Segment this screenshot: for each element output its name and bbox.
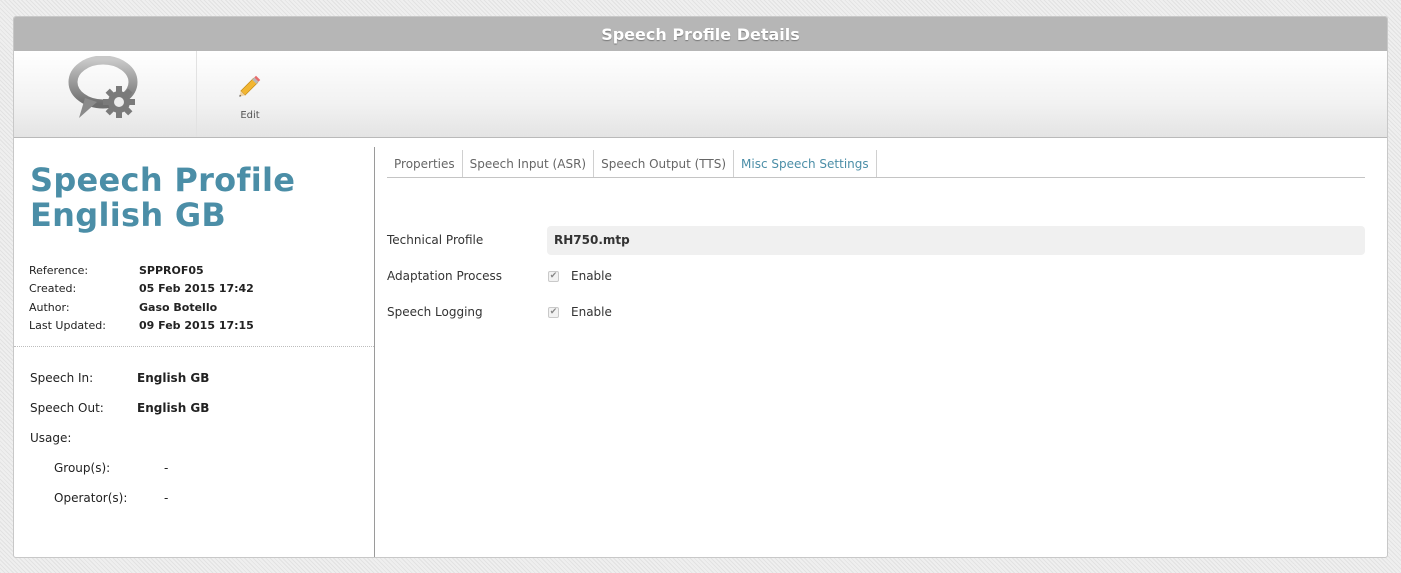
speech-out-value: English GB [137,401,210,415]
meta-row-created: Created: 05 Feb 2015 17:42 [29,280,374,299]
profile-title-line1: Speech Profile [30,161,296,199]
meta-key: Created: [29,282,77,296]
logging-checkbox[interactable]: ✔ [548,306,559,318]
divider [14,346,374,347]
toolbar: Edit [14,51,1387,138]
operators-label: Operator(s): [54,491,128,505]
speech-out-row: Speech Out: English GB [30,393,209,423]
profile-meta: Reference: SPPROF05 Created: 05 Feb 2015… [14,233,374,335]
details-panel: Properties Speech Input (ASR) Speech Out… [375,138,1387,557]
speech-in-row: Speech In: English GB [30,363,209,393]
usage-label: Usage: [30,431,72,445]
speech-bubble-gear-icon [65,55,145,132]
meta-key: Author: [29,300,70,314]
meta-value: 05 Feb 2015 17:42 [139,282,254,296]
profile-title: Speech Profile English GB [14,147,374,233]
profile-title-line2: English GB [30,196,227,234]
meta-row-last-updated: Last Updated: 09 Feb 2015 17:15 [29,317,374,336]
meta-value: SPPROF05 [139,263,204,277]
logging-checkbox-group: ✔ Enable [547,305,612,319]
meta-row-author: Author: Gaso Botello [29,298,374,317]
edit-button[interactable]: Edit [197,51,303,137]
settings-form: Technical Profile RH750.mtp Adaptation P… [387,222,1365,330]
tab-bar: Properties Speech Input (ASR) Speech Out… [387,150,1365,178]
technical-profile-row: Technical Profile RH750.mtp [387,222,1365,258]
speech-in-value: English GB [137,371,210,385]
speech-summary: Speech In: English GB Speech Out: Englis… [30,363,209,513]
adaptation-checkbox-group: ✔ Enable [547,269,612,283]
speech-profile-window: Speech Profile Details Edit Speech Profi… [13,16,1388,558]
meta-value: 09 Feb 2015 17:15 [139,319,254,333]
adaptation-checkbox[interactable]: ✔ [548,270,559,282]
meta-value: Gaso Botello [139,300,218,314]
operators-row: Operator(s): - [30,483,209,513]
main-content: Speech Profile English GB Reference: SPP… [14,138,1387,557]
usage-row: Usage: [30,423,209,453]
logo [14,51,197,137]
tab-speech-output[interactable]: Speech Output (TTS) [594,150,735,177]
adaptation-row: Adaptation Process ✔ Enable [387,258,1365,294]
tab-speech-input[interactable]: Speech Input (ASR) [463,150,595,177]
adaptation-label: Adaptation Process [387,269,502,283]
adaptation-option-label: Enable [571,269,612,283]
logging-option-label: Enable [571,305,612,319]
meta-key: Last Updated: [29,319,106,333]
technical-profile-value: RH750.mtp [547,225,1365,255]
meta-key: Reference: [29,263,89,277]
pencil-icon [236,72,264,104]
groups-value: - [164,461,169,475]
meta-row-reference: Reference: SPPROF05 [29,261,374,280]
speech-in-label: Speech In: [30,371,94,385]
operators-value: - [164,491,169,505]
speech-out-label: Speech Out: [30,401,104,415]
technical-profile-label: Technical Profile [387,233,484,247]
edit-label: Edit [240,109,260,121]
groups-row: Group(s): - [30,453,209,483]
window-titlebar: Speech Profile Details [14,17,1387,51]
groups-label: Group(s): [54,461,111,475]
window-title: Speech Profile Details [601,24,800,44]
tab-misc-speech-settings[interactable]: Misc Speech Settings [734,150,877,177]
tab-properties[interactable]: Properties [387,150,463,177]
logging-label: Speech Logging [387,305,483,319]
profile-summary-panel: Speech Profile English GB Reference: SPP… [14,147,375,557]
logging-row: Speech Logging ✔ Enable [387,294,1365,330]
